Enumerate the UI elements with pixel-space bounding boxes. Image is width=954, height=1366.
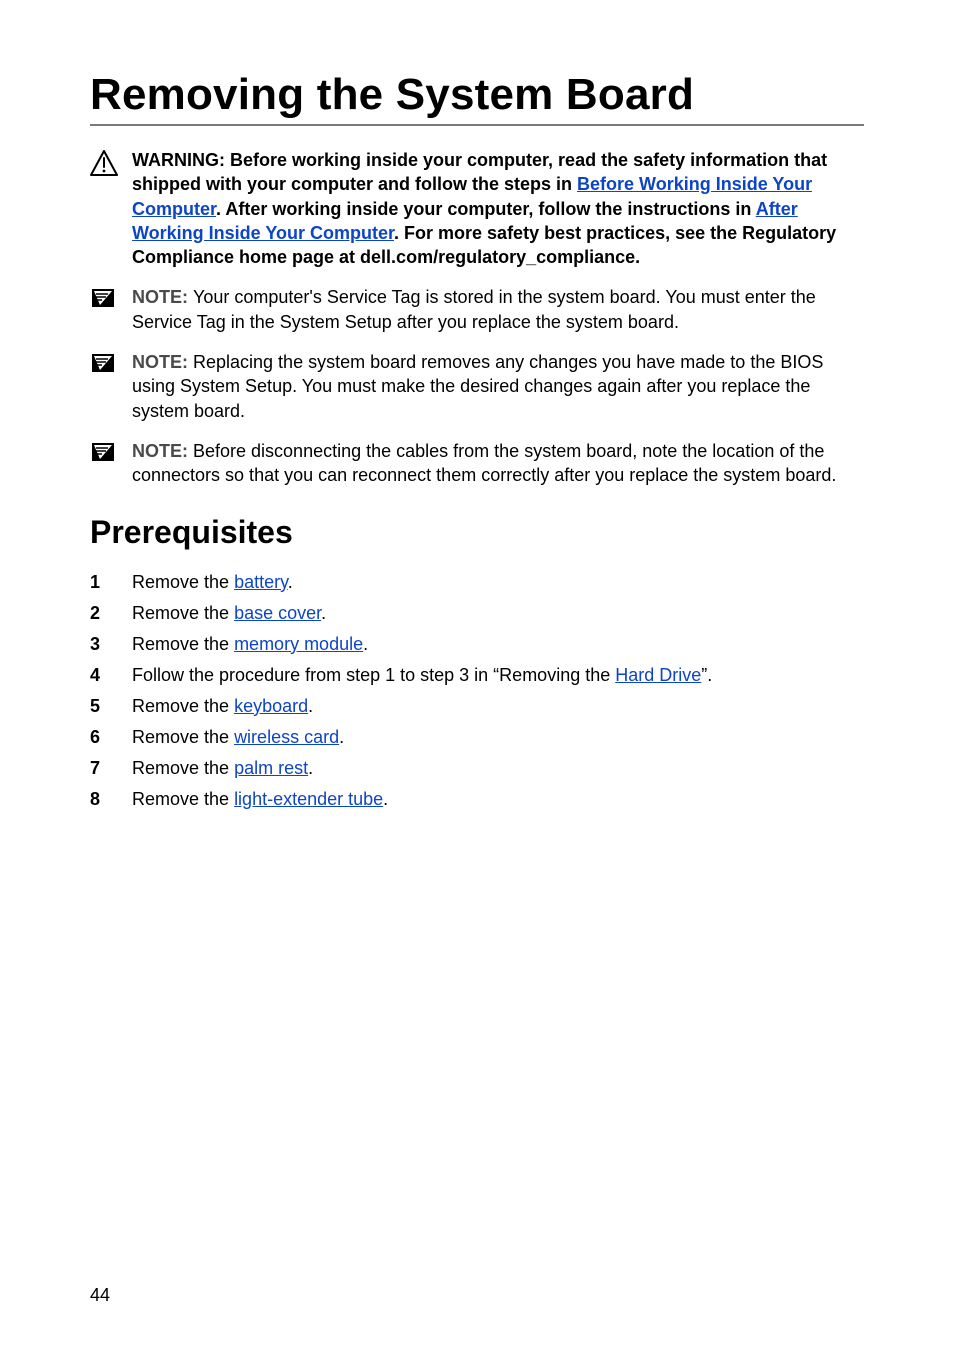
link-battery[interactable]: battery xyxy=(234,572,288,592)
note-text-1: NOTE: Your computer's Service Tag is sto… xyxy=(132,285,864,334)
step-text-post: . xyxy=(308,758,313,778)
link-keyboard[interactable]: keyboard xyxy=(234,696,308,716)
step-text-post: . xyxy=(308,696,313,716)
step-text: Remove the xyxy=(132,634,234,654)
warning-admonition: WARNING: Before working inside your comp… xyxy=(90,148,864,269)
title-divider xyxy=(90,124,864,126)
step-text-post: ”. xyxy=(701,665,712,685)
step-text-post: . xyxy=(339,727,344,747)
step-text: Follow the procedure from step 1 to step… xyxy=(132,665,615,685)
warning-icon xyxy=(90,148,132,176)
note-body: Replacing the system board removes any c… xyxy=(132,352,823,421)
note-body: Your computer's Service Tag is stored in… xyxy=(132,287,816,331)
step-8: Remove the light-extender tube. xyxy=(90,786,864,813)
note-label: NOTE: xyxy=(132,287,193,307)
note-text-2: NOTE: Replacing the system board removes… xyxy=(132,350,864,423)
step-3: Remove the memory module. xyxy=(90,631,864,658)
note-text-3: NOTE: Before disconnecting the cables fr… xyxy=(132,439,864,488)
step-text: Remove the xyxy=(132,603,234,623)
note-admonition-3: NOTE: Before disconnecting the cables fr… xyxy=(90,439,864,488)
step-text: Remove the xyxy=(132,572,234,592)
step-1: Remove the battery. xyxy=(90,569,864,596)
note-icon xyxy=(90,439,132,463)
link-light-extender-tube[interactable]: light-extender tube xyxy=(234,789,383,809)
step-text-post: . xyxy=(321,603,326,623)
note-icon xyxy=(90,350,132,374)
link-hard-drive[interactable]: Hard Drive xyxy=(615,665,701,685)
note-admonition-1: NOTE: Your computer's Service Tag is sto… xyxy=(90,285,864,334)
step-4: Follow the procedure from step 1 to step… xyxy=(90,662,864,689)
step-7: Remove the palm rest. xyxy=(90,755,864,782)
note-icon xyxy=(90,285,132,309)
step-text-post: . xyxy=(383,789,388,809)
note-body: Before disconnecting the cables from the… xyxy=(132,441,836,485)
note-admonition-2: NOTE: Replacing the system board removes… xyxy=(90,350,864,423)
step-5: Remove the keyboard. xyxy=(90,693,864,720)
link-memory-module[interactable]: memory module xyxy=(234,634,363,654)
step-2: Remove the base cover. xyxy=(90,600,864,627)
section-heading-prerequisites: Prerequisites xyxy=(90,514,864,551)
note-label: NOTE: xyxy=(132,441,193,461)
step-text-post: . xyxy=(288,572,293,592)
warning-text: WARNING: Before working inside your comp… xyxy=(132,148,864,269)
link-wireless-card[interactable]: wireless card xyxy=(234,727,339,747)
page: Removing the System Board WARNING: Befor… xyxy=(0,0,954,1366)
step-text: Remove the xyxy=(132,789,234,809)
link-palm-rest[interactable]: palm rest xyxy=(234,758,308,778)
step-text: Remove the xyxy=(132,727,234,747)
step-text: Remove the xyxy=(132,696,234,716)
link-base-cover[interactable]: base cover xyxy=(234,603,321,623)
note-label: NOTE: xyxy=(132,352,193,372)
step-text: Remove the xyxy=(132,758,234,778)
prerequisite-steps: Remove the battery. Remove the base cove… xyxy=(90,569,864,813)
page-title: Removing the System Board xyxy=(90,70,864,120)
page-number: 44 xyxy=(90,1285,110,1306)
warning-text-part2: . After working inside your computer, fo… xyxy=(216,199,756,219)
step-6: Remove the wireless card. xyxy=(90,724,864,751)
step-text-post: . xyxy=(363,634,368,654)
